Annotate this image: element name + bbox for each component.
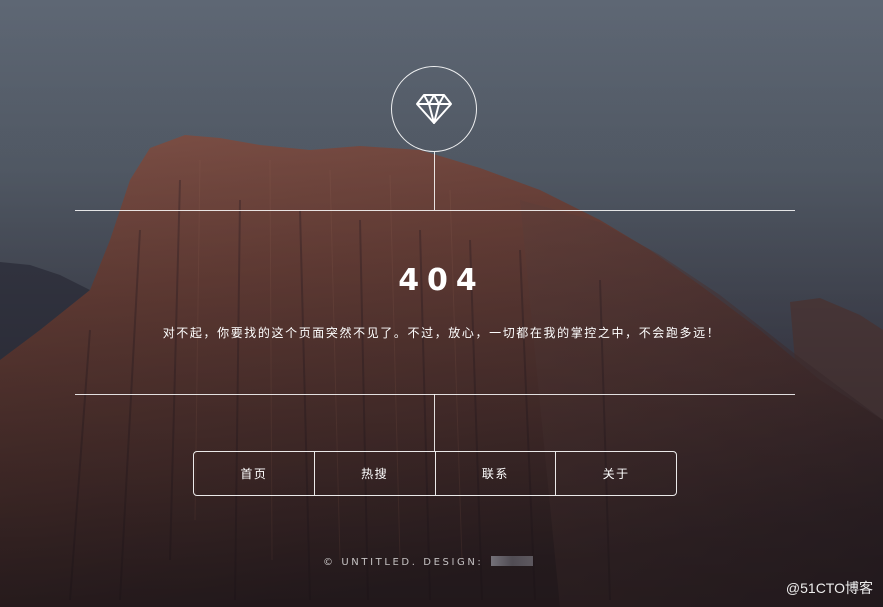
redacted-designer-name [491, 556, 534, 566]
bottom-divider [75, 394, 795, 395]
watermark: @51CTO博客 [785, 580, 873, 596]
top-divider [75, 210, 795, 211]
diamond-icon [416, 94, 452, 124]
nav-item-about[interactable]: 关于 [555, 452, 676, 495]
logo-circle [391, 66, 477, 152]
nav-item-home[interactable]: 首页 [194, 452, 314, 495]
nav-item-contact[interactable]: 联系 [434, 452, 556, 495]
nav-item-trending[interactable]: 热搜 [313, 452, 435, 495]
top-connector-line [434, 152, 435, 210]
bottom-connector-line [434, 394, 435, 451]
footer-text: © UNTITLED. DESIGN: [323, 557, 490, 568]
error-message: 对不起，你要找的这个页面突然不见了。不过，放心，一切都在我的掌控之中，不会跑多远… [162, 326, 721, 340]
footer: © UNTITLED. DESIGN: [323, 556, 534, 568]
page: 404 对不起，你要找的这个页面突然不见了。不过，放心，一切都在我的掌控之中，不… [0, 0, 883, 607]
nav-bar: 首页 热搜 联系 关于 [193, 451, 677, 496]
error-code: 404 [398, 263, 485, 298]
